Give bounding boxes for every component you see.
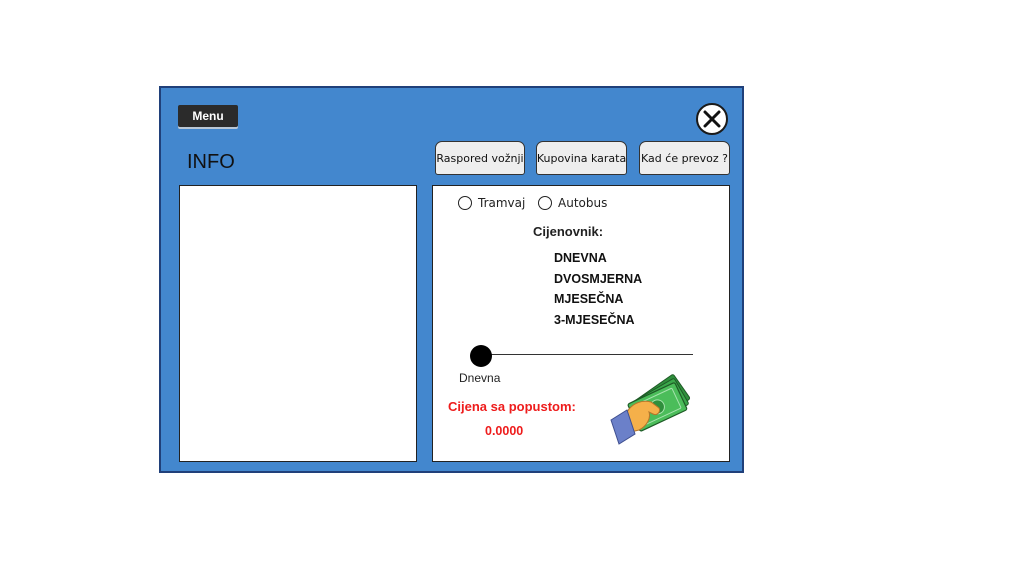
tab-raspored-voznji[interactable]: Raspored vožnji — [435, 141, 525, 175]
money-payment-icon — [610, 374, 691, 445]
tab-kupovina-karata[interactable]: Kupovina karata — [536, 141, 627, 175]
pricelist-item: MJESEČNA — [554, 292, 624, 307]
ticket-panel: Tramvaj Autobus Cijenovnik: DNEVNA DVOSM… — [432, 185, 730, 462]
ticket-type-slider-handle[interactable] — [470, 345, 492, 367]
pricelist-item: DNEVNA — [554, 251, 607, 265]
info-title: INFO — [187, 151, 235, 173]
close-icon — [703, 110, 721, 128]
info-panel — [179, 185, 417, 462]
pricelist-item: DVOSMJERNA — [554, 271, 643, 286]
tab-kad-ce-prevoz[interactable]: Kad će prevoz ? — [639, 141, 730, 175]
app-window: Menu INFO Raspored vožnji Kupovina karat… — [159, 86, 744, 473]
radio-tramvaj[interactable]: Tramvaj — [458, 196, 525, 210]
discount-price-label: Cijena sa popustom: — [448, 399, 576, 414]
discount-price-value: 0.0000 — [485, 424, 524, 438]
radio-circle[interactable] — [458, 196, 472, 210]
radio-label: Tramvaj — [478, 196, 526, 210]
menu-button[interactable]: Menu — [178, 105, 238, 127]
slider-selected-label: Dnevna — [459, 371, 501, 385]
radio-label: Autobus — [558, 196, 608, 210]
pricelist-title: Cijenovnik: — [533, 224, 604, 239]
pricelist-item: 3-MJESEČNA — [554, 313, 635, 328]
radio-autobus[interactable]: Autobus — [538, 196, 607, 210]
close-button[interactable] — [696, 103, 728, 135]
pricelist: DNEVNA DVOSMJERNA MJESEČNA 3-MJESEČNA — [554, 248, 642, 331]
ticket-type-slider-track[interactable] — [481, 354, 693, 355]
radio-circle[interactable] — [538, 196, 552, 210]
